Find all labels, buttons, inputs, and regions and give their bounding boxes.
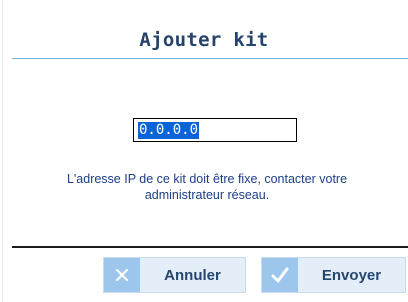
- ip-address-input[interactable]: 0.0.0.0: [133, 118, 297, 142]
- cancel-button[interactable]: Annuler: [103, 257, 246, 293]
- ip-hint-line-2: administrateur réseau.: [144, 188, 270, 202]
- add-kit-dialog: Ajouter kit 0.0.0.0 L'adresse IP de ce k…: [0, 0, 408, 302]
- send-button[interactable]: Envoyer: [261, 257, 406, 293]
- ip-hint-text: L'adresse IP de ce kit doit être fixe, c…: [18, 171, 396, 203]
- footer-divider: [12, 246, 408, 248]
- check-icon: [262, 258, 298, 292]
- title-divider: [12, 58, 408, 59]
- close-icon: [104, 258, 140, 292]
- send-button-label: Envoyer: [321, 266, 382, 284]
- ip-hint-line-1: L'adresse IP de ce kit doit être fixe, c…: [66, 172, 348, 186]
- ip-address-value: 0.0.0.0: [138, 122, 200, 139]
- dialog-title: Ajouter kit: [139, 29, 269, 51]
- cancel-button-label: Annuler: [164, 266, 221, 284]
